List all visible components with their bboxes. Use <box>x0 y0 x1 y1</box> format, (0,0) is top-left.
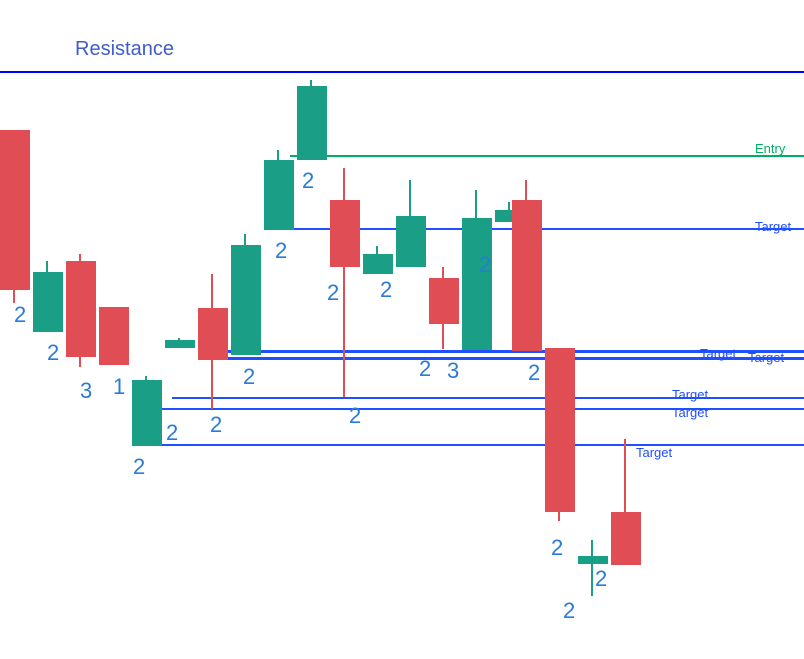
bar-count-label: 2 <box>166 420 178 446</box>
level-label-resistance: Resistance <box>75 38 174 61</box>
bar-count-label: 2 <box>528 360 540 386</box>
candle-body <box>33 272 63 332</box>
bar-count-label: 2 <box>349 403 361 429</box>
candle-body <box>99 307 129 365</box>
bar-count-label: 3 <box>80 378 92 404</box>
candle-body <box>611 512 641 565</box>
bar-count-label: 2 <box>380 277 392 303</box>
level-line-target3 <box>172 397 804 399</box>
bar-count-label: 2 <box>243 364 255 390</box>
candle-body <box>429 278 459 324</box>
bar-count-label: 2 <box>47 340 59 366</box>
candle-wick <box>591 540 593 596</box>
level-line-entry <box>290 155 804 157</box>
bar-count-label: 2 <box>419 356 431 382</box>
level-label-target5: Target <box>636 445 672 460</box>
candle-body <box>198 308 228 360</box>
bar-count-label: 2 <box>210 412 222 438</box>
candle-body <box>297 86 327 160</box>
level-line-resistance <box>0 71 804 73</box>
candle-body <box>264 160 294 230</box>
level-label-entry: Entry <box>755 141 785 156</box>
bar-count-label: 2 <box>595 566 607 592</box>
candle-body <box>0 130 30 290</box>
bar-count-label: 2 <box>302 168 314 194</box>
bar-count-label: 3 <box>447 358 459 384</box>
level-label-target1: Target <box>755 219 791 234</box>
candle-body <box>66 261 96 357</box>
level-label-target4: Target <box>672 405 708 420</box>
level-label-target3: Target <box>672 387 708 402</box>
candle-body <box>396 216 426 267</box>
bar-count-label: 2 <box>14 302 26 328</box>
bar-count-label: 2 <box>563 598 575 624</box>
candle-body <box>165 340 195 348</box>
bar-count-label: 2 <box>551 535 563 561</box>
bar-count-label: 2 <box>479 252 491 278</box>
level-line-target2b <box>204 357 804 360</box>
candle-body <box>231 245 261 355</box>
level-label-target2b: Target <box>748 350 784 365</box>
candle-body <box>462 218 492 350</box>
candle-body <box>545 348 575 512</box>
candle-body <box>578 556 608 564</box>
candlestick-chart[interactable]: Resistance Entry Target Target Target Target T… <box>0 0 804 659</box>
bar-count-label: 1 <box>113 374 125 400</box>
candle-body <box>132 380 162 446</box>
candle-body <box>363 254 393 274</box>
candle-body <box>512 200 542 351</box>
bar-count-label: 2 <box>327 280 339 306</box>
level-line-target5 <box>138 444 804 446</box>
bar-count-label: 2 <box>275 238 287 264</box>
candle-body <box>330 200 360 267</box>
bar-count-label: 2 <box>133 454 145 480</box>
